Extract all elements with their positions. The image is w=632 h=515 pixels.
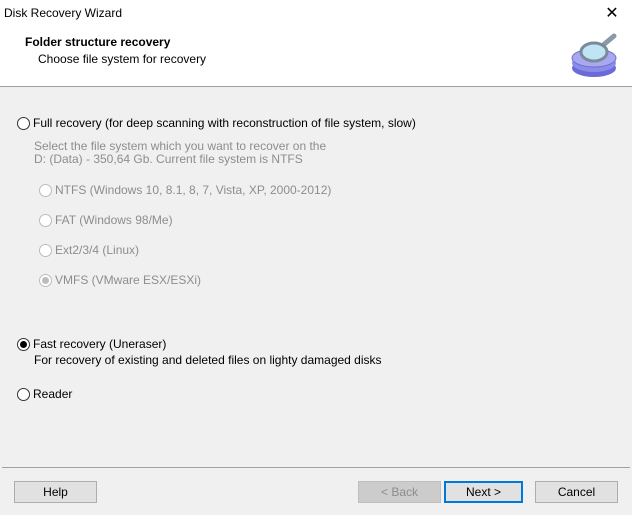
wizard-header: Folder structure recovery Choose file sy… bbox=[0, 28, 632, 87]
fat-label: FAT (Windows 98/Me) bbox=[55, 213, 173, 227]
ntfs-label: NTFS (Windows 10, 8.1, 8, 7, Vista, XP, … bbox=[55, 183, 332, 197]
help-button[interactable]: Help bbox=[14, 481, 97, 503]
title-bar: Disk Recovery Wizard ✕ bbox=[0, 0, 632, 28]
vmfs-label: VMFS (VMware ESX/ESXi) bbox=[55, 273, 202, 287]
cancel-button[interactable]: Cancel bbox=[535, 481, 618, 503]
fast-recovery-radio[interactable]: Fast recovery (Uneraser) bbox=[17, 337, 166, 351]
reader-radio[interactable]: Reader bbox=[17, 387, 72, 401]
full-recovery-description-2: D: (Data) - 350,64 Gb. Current file syst… bbox=[34, 152, 303, 166]
fast-recovery-label: Fast recovery (Uneraser) bbox=[33, 337, 167, 351]
window-title: Disk Recovery Wizard bbox=[4, 6, 123, 20]
footer-divider bbox=[2, 467, 630, 468]
filesystem-ntfs-radio[interactable]: NTFS (Windows 10, 8.1, 8, 7, Vista, XP, … bbox=[39, 183, 331, 197]
reader-label: Reader bbox=[33, 387, 73, 401]
radio-circle bbox=[17, 337, 30, 351]
filesystem-fat-radio[interactable]: FAT (Windows 98/Me) bbox=[39, 213, 173, 227]
filesystem-ext-radio[interactable]: Ext2/3/4 (Linux) bbox=[39, 243, 139, 257]
page-title: Folder structure recovery bbox=[25, 35, 171, 49]
radio-circle bbox=[17, 387, 30, 401]
page-subtitle: Choose file system for recovery bbox=[38, 52, 207, 66]
ext-label: Ext2/3/4 (Linux) bbox=[55, 243, 140, 257]
fast-recovery-description: For recovery of existing and deleted fil… bbox=[34, 353, 382, 367]
radio-circle bbox=[39, 243, 52, 257]
full-recovery-label: Full recovery (for deep scanning with re… bbox=[33, 116, 416, 130]
radio-circle bbox=[17, 116, 30, 130]
disk-magnifier-icon bbox=[571, 33, 617, 77]
radio-circle bbox=[39, 273, 52, 287]
close-icon[interactable]: ✕ bbox=[592, 0, 632, 28]
filesystem-vmfs-radio[interactable]: VMFS (VMware ESX/ESXi) bbox=[39, 273, 201, 287]
next-button[interactable]: Next > bbox=[444, 481, 523, 503]
full-recovery-radio[interactable]: Full recovery (for deep scanning with re… bbox=[17, 116, 416, 130]
back-button[interactable]: < Back bbox=[358, 481, 441, 503]
full-recovery-description: Select the file system which you want to… bbox=[34, 139, 327, 153]
radio-circle bbox=[39, 183, 52, 197]
radio-circle bbox=[39, 213, 52, 227]
